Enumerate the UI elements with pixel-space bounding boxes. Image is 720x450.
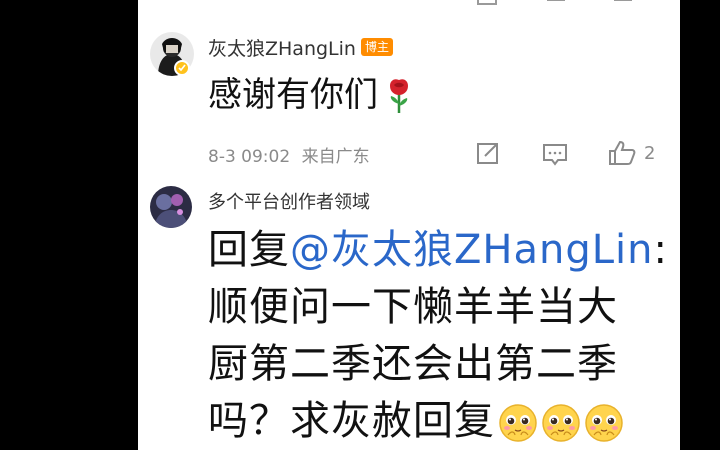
reply-line-4: 吗？求灰赦回复 xyxy=(208,393,678,450)
reply-line-4-text: 吗？求灰赦回复 xyxy=(208,398,495,444)
pleading-face-icon xyxy=(498,402,538,442)
blogger-badge: 博主 xyxy=(360,38,393,56)
like-button[interactable]: 2 xyxy=(608,140,655,166)
like-icon[interactable] xyxy=(612,0,634,6)
reply-line-3: 厨第二季还会出第二季 xyxy=(208,341,618,387)
replier-name[interactable]: 多个平台创作者领域 xyxy=(208,188,370,214)
pleading-face-icon xyxy=(584,402,624,442)
comment-body[interactable]: 感谢有你们 xyxy=(208,72,416,118)
share-button[interactable] xyxy=(476,141,500,165)
author-name[interactable]: 灰太狼ZHangLin xyxy=(208,34,356,61)
like-icon xyxy=(609,140,636,165)
verified-badge-icon xyxy=(174,60,190,76)
comment-text: 感谢有你们 xyxy=(208,75,378,115)
replier-avatar[interactable] xyxy=(150,186,192,228)
comment-time: 8-3 09:02 xyxy=(208,147,291,167)
reply-prefix: 回复 xyxy=(208,227,290,273)
reply-line-1: 回复 @灰太狼ZHangLin: xyxy=(208,222,678,279)
share-icon xyxy=(477,143,498,164)
pleading-face-icon xyxy=(541,402,581,442)
comment-icon[interactable] xyxy=(545,0,567,6)
comment-screen: 灰太狼ZHangLin 博主 感谢有你们 8-3 09:02 来自广东 2 多个… xyxy=(138,0,680,450)
author-name-row: 灰太狼ZHangLin 博主 xyxy=(208,34,393,60)
comment-icon xyxy=(543,144,567,166)
previous-comment-strip xyxy=(138,0,680,6)
comment-meta: 8-3 09:02 来自广东 xyxy=(208,142,370,167)
reply-body[interactable]: 回复 @灰太狼ZHangLin: 顺便问一下懒羊羊当大 厨第二季还会出第二季 吗？… xyxy=(208,222,678,450)
mention-link[interactable]: @灰太狼ZHangLin xyxy=(290,222,653,279)
share-icon[interactable] xyxy=(476,0,498,6)
reply-colon: : xyxy=(653,227,668,273)
comment-button[interactable] xyxy=(542,142,568,166)
rose-icon xyxy=(382,76,416,114)
like-count: 2 xyxy=(644,142,656,164)
reply-line-2: 顺便问一下懒羊羊当大 xyxy=(208,284,618,330)
comment-location: 来自广东 xyxy=(301,147,370,167)
